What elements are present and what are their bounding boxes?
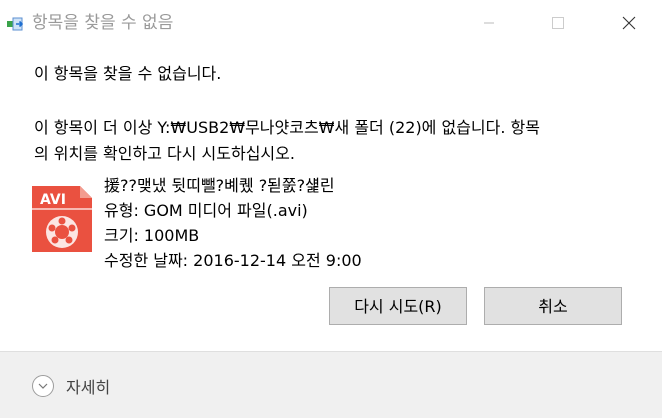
- file-name: 援??맺냈 뒷띠뺄?볘퀬 ?됟쭔?섍린: [104, 176, 335, 195]
- window-title: 항목을 찾을 수 없음: [32, 13, 174, 33]
- close-button[interactable]: [606, 0, 652, 46]
- close-icon: [622, 16, 636, 30]
- avi-icon-label: AVI: [40, 192, 66, 208]
- more-details-label: 자세히: [66, 378, 111, 397]
- dialog-footer: 자세히: [0, 351, 662, 418]
- file-modified-date: 수정한 날짜: 2016-12-14 오전 9:00: [104, 251, 362, 270]
- file-type: 유형: GOM 미디어 파일(.avi): [104, 201, 308, 220]
- maximize-button[interactable]: [535, 0, 581, 46]
- retry-button[interactable]: 다시 시도(R): [329, 287, 467, 325]
- minimize-icon: [484, 22, 494, 24]
- cancel-button[interactable]: 취소: [484, 287, 622, 325]
- error-detail-line-2: 의 위치를 확인하고 다시 시도하십시오.: [34, 144, 295, 163]
- file-size: 크기: 100MB: [104, 226, 200, 245]
- more-details-toggle[interactable]: 자세히: [32, 374, 110, 398]
- error-detail-line-1: 이 항목이 더 이상 Y:₩USB2₩무나얏코츠₩새 폴더 (22)에 없습니다…: [34, 118, 540, 137]
- move-file-icon: [7, 16, 25, 32]
- chevron-down-icon: [32, 375, 54, 397]
- error-heading: 이 항목을 찾을 수 없습니다.: [34, 64, 222, 83]
- title-bar: 항목을 찾을 수 없음: [0, 0, 662, 46]
- avi-file-icon: AVI: [30, 184, 94, 254]
- maximize-icon: [552, 17, 564, 29]
- minimize-button[interactable]: [466, 0, 512, 46]
